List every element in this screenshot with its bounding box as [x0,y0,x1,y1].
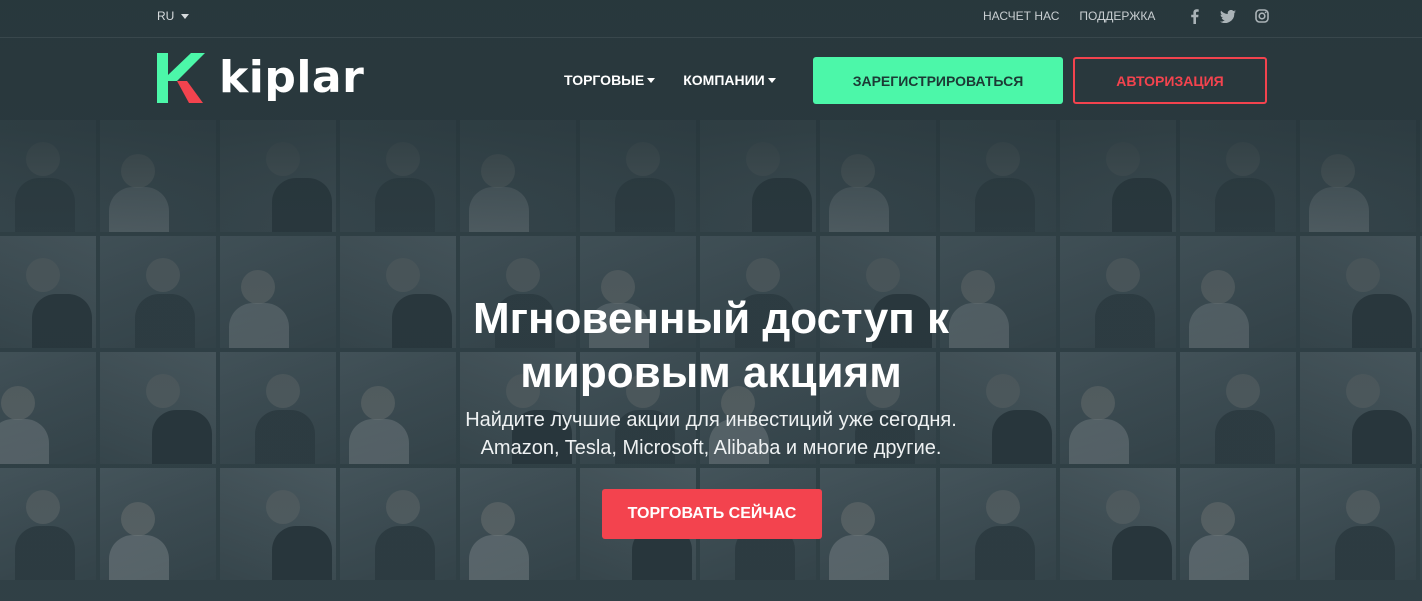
chevron-down-icon [767,77,776,83]
kiplar-logo-icon [157,53,205,103]
register-button[interactable]: ЗАРЕГИСТРИРОВАТЬСЯ [813,57,1063,104]
twitter-icon[interactable] [1219,7,1237,25]
logo[interactable]: kiplar [157,53,364,103]
hero-title: Мгновенный доступ к мировым акциям [311,292,1111,400]
social-links [1185,7,1271,25]
chevron-down-icon [647,77,656,83]
support-link[interactable]: ПОДДЕРЖКА [1079,9,1155,23]
hero-title-line-2: мировым акциям [520,348,902,397]
hero-subtitle: Найдите лучшие акции для инвестиций уже … [311,406,1111,462]
hero-subtitle-line-2: Amazon, Tesla, Microsoft, Alibaba и мног… [480,437,942,459]
instagram-icon[interactable] [1253,7,1271,25]
nav-trading-label: ТОРГОВЫЕ [564,72,645,88]
login-button[interactable]: АВТОРИЗАЦИЯ [1073,57,1267,104]
language-selector[interactable]: RU [157,9,190,23]
main-nav: ТОРГОВЫЕ КОМПАНИИ [564,72,776,88]
about-link[interactable]: НАСЧЕТ НАС [983,9,1059,23]
top-links: НАСЧЕТ НАС ПОДДЕРЖКА [983,9,1155,23]
facebook-icon[interactable] [1185,7,1203,25]
nav-trading[interactable]: ТОРГОВЫЕ [564,72,656,88]
trade-now-button[interactable]: ТОРГОВАТЬ СЕЙЧАС [602,489,822,539]
chevron-down-icon [181,13,190,19]
hero-subtitle-line-1: Найдите лучшие акции для инвестиций уже … [465,409,957,431]
language-label: RU [157,9,175,23]
hero-title-line-1: Мгновенный доступ к [472,294,949,343]
nav-companies[interactable]: КОМПАНИИ [683,72,776,88]
nav-companies-label: КОМПАНИИ [683,72,765,88]
top-bar: RU НАСЧЕТ НАС ПОДДЕРЖКА [0,0,1422,38]
logo-text: kiplar [219,52,365,103]
